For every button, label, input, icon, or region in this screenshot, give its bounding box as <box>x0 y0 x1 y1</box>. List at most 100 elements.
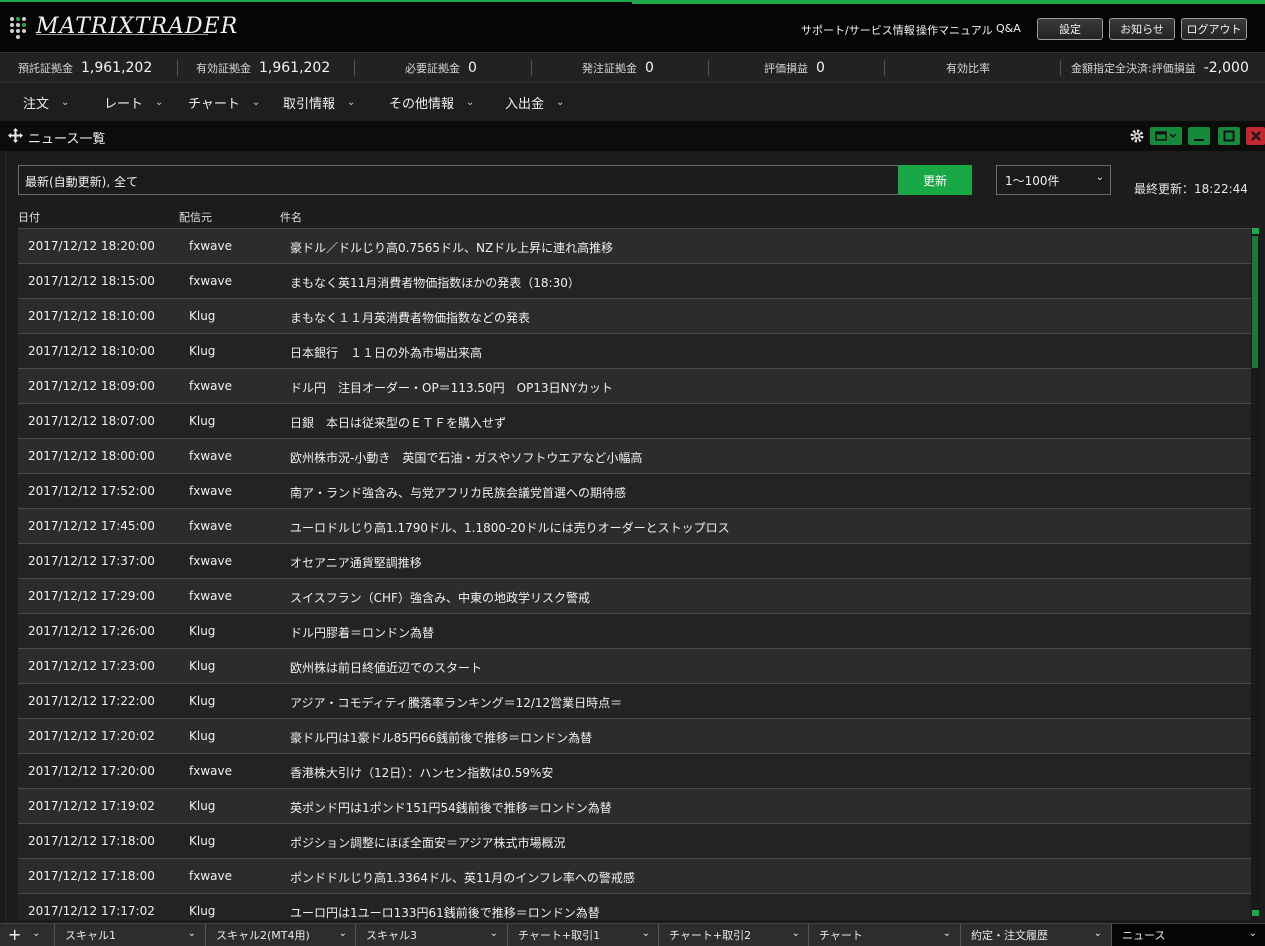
close-button[interactable] <box>1246 127 1265 145</box>
add-tab-icon[interactable]: + <box>8 925 21 944</box>
table-row[interactable]: 2017/12/12 17:45:00 fxwave ユーロドルじり高1.1790ド… <box>18 508 1251 543</box>
tab-label: スキャル1 <box>65 929 116 942</box>
chevron-down-icon: ⌄ <box>641 928 650 939</box>
news-subject[interactable]: 欧州株市況-小動き 英国で石油・ガスやソフトウエアなど小幅高 <box>290 449 642 466</box>
settings-button[interactable]: 設定 <box>1037 18 1103 40</box>
menu-rate[interactable]: レート ⌄ <box>104 83 163 121</box>
window-layout-icon <box>1155 131 1177 141</box>
news-date: 2017/12/12 17:17:02 <box>28 904 155 918</box>
table-row[interactable]: 2017/12/12 17:19:02 Klug 英ポンド円は1ポンド151円54銭… <box>18 788 1251 823</box>
news-subject[interactable]: まもなく英11月消費者物価指数ほかの発表（18:30） <box>290 274 580 291</box>
table-row[interactable]: 2017/12/12 17:22:00 Klug アジア・コモディティ騰落率ランキン… <box>18 683 1251 718</box>
news-subject[interactable]: 豪ドル円は1豪ドル85円66銭前後で推移＝ロンドン為替 <box>290 729 592 746</box>
news-subject[interactable]: ポンドドルじり高1.3364ドル、英11月のインフレ率への警戒感 <box>290 869 635 886</box>
table-row[interactable]: 2017/12/12 18:07:00 Klug 日銀 本日は従来型のＥＴＦを購入せ… <box>18 403 1251 438</box>
news-subject[interactable]: ドル円膠着＝ロンドン為替 <box>290 624 434 641</box>
logout-button[interactable]: ログアウト <box>1181 18 1247 40</box>
stat-amount-settle-pl: 金額指定全決済:評価損益 -2,000 <box>1071 53 1249 83</box>
tab-execution-history[interactable]: 約定・注文履歴 ⌄ <box>960 924 1110 946</box>
scroll-up-arrow[interactable] <box>1252 228 1259 234</box>
column-header-source[interactable]: 配信元 <box>179 209 212 225</box>
manual-link[interactable]: 操作マニュアル <box>916 22 993 38</box>
news-subject[interactable]: ユーロ円は1ユーロ133円61銭前後で推移＝ロンドン為替 <box>290 904 600 920</box>
gear-icon[interactable] <box>1129 128 1145 144</box>
refresh-button[interactable]: 更新 <box>898 165 972 195</box>
tab-scalp1[interactable]: スキャル1 ⌄ <box>54 924 204 946</box>
logo-mark-icon <box>8 13 30 39</box>
news-source: fxwave <box>189 519 232 533</box>
tab-scalp2[interactable]: スキャル2(MT4用) ⌄ <box>205 924 355 946</box>
news-subject[interactable]: まもなく１１月英消費者物価指数などの発表 <box>290 309 530 326</box>
table-row[interactable]: 2017/12/12 17:29:00 fxwave スイスフラン（CHF）強含み、… <box>18 578 1251 613</box>
menu-deposit[interactable]: 入出金 ⌄ <box>505 83 564 121</box>
news-filter-field[interactable]: 最新(自動更新), 全て <box>18 165 899 195</box>
news-subject[interactable]: スイスフラン（CHF）強含み、中東の地政学リスク警戒 <box>290 589 590 606</box>
news-panel-header: ニュース一覧 <box>0 121 1265 151</box>
table-row[interactable]: 2017/12/12 17:20:00 fxwave 香港株大引け（12日）：ハンセ… <box>18 753 1251 788</box>
scroll-down-arrow[interactable] <box>1252 910 1259 916</box>
news-subject[interactable]: 日本銀行 １１日の外為市場出来高 <box>290 344 482 361</box>
menu-order[interactable]: 注文 ⌄ <box>23 83 69 121</box>
menu-trade-info[interactable]: 取引情報 ⌄ <box>283 83 355 121</box>
maximize-button[interactable] <box>1218 127 1240 145</box>
news-subject[interactable]: ポジション調整にほぼ全面安＝アジア株式市場概況 <box>290 834 566 851</box>
move-icon[interactable] <box>8 128 23 143</box>
workspace-tabs: + ⌄ スキャル1 ⌄ スキャル2(MT4用) ⌄ スキャル3 ⌄ チャート+取引1 ⌄… <box>0 923 1265 946</box>
table-row[interactable]: 2017/12/12 17:18:00 fxwave ポンドドルじり高1.3364ド… <box>18 858 1251 893</box>
news-source: Klug <box>189 694 216 708</box>
column-header-subject[interactable]: 件名 <box>280 209 302 225</box>
news-subject[interactable]: ユーロドルじり高1.1790ドル、1.1800-20ドルには売りオーダーとストッ… <box>290 519 730 536</box>
account-status-bar: 預託証拠金 1,961,202 有効証拠金 1,961,202 必要証拠金 0 … <box>0 52 1265 83</box>
news-subject[interactable]: 英ポンド円は1ポンド151円54銭前後で推移＝ロンドン為替 <box>290 799 612 816</box>
table-row[interactable]: 2017/12/12 18:00:00 fxwave 欧州株市況-小動き 英国で石油… <box>18 438 1251 473</box>
news-date: 2017/12/12 18:15:00 <box>28 274 155 288</box>
chevron-down-icon[interactable]: ⌄ <box>32 928 40 939</box>
news-subject[interactable]: アジア・コモディティ騰落率ランキング＝12/12営業日時点＝ <box>290 694 622 711</box>
tab-scalp3[interactable]: スキャル3 ⌄ <box>355 924 506 946</box>
table-row[interactable]: 2017/12/12 18:10:00 Klug まもなく１１月英消費者物価指数など… <box>18 298 1251 333</box>
divider <box>1060 60 1061 76</box>
scrollbar[interactable] <box>1251 228 1260 920</box>
table-row[interactable]: 2017/12/12 18:09:00 fxwave ドル円 注目オーダー・OP＝1… <box>18 368 1251 403</box>
table-row[interactable]: 2017/12/12 17:26:00 Klug ドル円膠着＝ロンドン為替 <box>18 613 1251 648</box>
news-subject[interactable]: 香港株大引け（12日）：ハンセン指数は0.59%安 <box>290 764 553 781</box>
news-subject[interactable]: ドル円 注目オーダー・OP＝113.50円 OP13日NYカット <box>290 379 613 396</box>
stat-label: 有効証拠金 <box>196 62 251 75</box>
table-row[interactable]: 2017/12/12 17:17:02 Klug ユーロ円は1ユーロ133円61銭前… <box>18 893 1251 920</box>
menu-other-info[interactable]: その他情報 ⌄ <box>389 83 474 121</box>
tab-chart-trade2[interactable]: チャート+取引2 ⌄ <box>658 924 808 946</box>
tab-chart[interactable]: チャート ⌄ <box>808 924 959 946</box>
menu-chart[interactable]: チャート ⌄ <box>188 83 260 121</box>
table-row[interactable]: 2017/12/12 18:15:00 fxwave まもなく英11月消費者物価指数… <box>18 263 1251 298</box>
table-row[interactable]: 2017/12/12 18:20:00 fxwave 豪ドル／ドルじり高0.7565… <box>18 228 1251 263</box>
column-header-date[interactable]: 日付 <box>18 209 40 225</box>
news-subject[interactable]: 南ア・ランド強含み、与党アフリカ民族会議党首選への期待感 <box>290 484 626 501</box>
chevron-down-icon: ⌄ <box>1248 928 1257 939</box>
tab-chart-trade1[interactable]: チャート+取引1 ⌄ <box>507 924 658 946</box>
stat-value: 1,961,202 <box>81 60 153 76</box>
table-row[interactable]: 2017/12/12 17:23:00 Klug 欧州株は前日終値近辺でのスタート <box>18 648 1251 683</box>
count-select[interactable]: 1～100件 ⌄ <box>996 165 1111 195</box>
stat-label: 預託証拠金 <box>18 62 73 75</box>
news-subject[interactable]: 豪ドル／ドルじり高0.7565ドル、NZドル上昇に連れ高推移 <box>290 239 613 256</box>
table-row[interactable]: 2017/12/12 17:20:02 Klug 豪ドル円は1豪ドル85円66銭前後… <box>18 718 1251 753</box>
qa-link[interactable]: Q&A <box>996 22 1021 35</box>
layout-dropdown-button[interactable] <box>1150 127 1182 145</box>
table-row[interactable]: 2017/12/12 17:52:00 fxwave 南ア・ランド強含み、与党アフリ… <box>18 473 1251 508</box>
notice-button[interactable]: お知らせ <box>1109 18 1175 40</box>
stat-unrealized-pl: 評価損益 0 <box>764 53 825 83</box>
tab-news[interactable]: ニュース ⌄ <box>1111 924 1265 946</box>
news-subject[interactable]: 欧州株は前日終値近辺でのスタート <box>290 659 482 676</box>
table-row[interactable]: 2017/12/12 17:37:00 fxwave オセアニア通貨堅調推移 <box>18 543 1251 578</box>
news-subject[interactable]: オセアニア通貨堅調推移 <box>290 554 422 571</box>
scroll-thumb[interactable] <box>1252 236 1258 368</box>
tab-label: スキャル2(MT4用) <box>216 929 310 942</box>
divider <box>354 60 355 76</box>
minimize-button[interactable] <box>1188 127 1210 145</box>
news-source: fxwave <box>189 764 232 778</box>
support-link[interactable]: サポート/サービス情報 <box>801 22 915 38</box>
news-source: fxwave <box>189 274 232 288</box>
table-row[interactable]: 2017/12/12 18:10:00 Klug 日本銀行 １１日の外為市場出来高 <box>18 333 1251 368</box>
table-row[interactable]: 2017/12/12 17:18:00 Klug ポジション調整にほぼ全面安＝アジア… <box>18 823 1251 858</box>
news-subject[interactable]: 日銀 本日は従来型のＥＴＦを購入せず <box>290 414 506 431</box>
